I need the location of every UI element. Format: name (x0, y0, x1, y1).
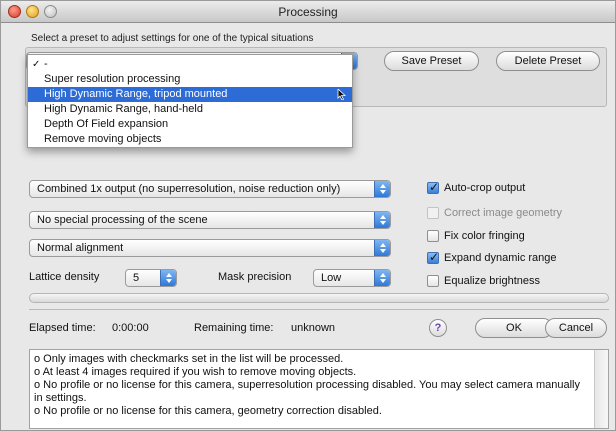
preset-menu: ✓ - Super resolution processing High Dyn… (27, 54, 353, 148)
menu-item-label: High Dynamic Range, hand-held (44, 103, 203, 115)
correct-geometry-checkbox (427, 207, 439, 219)
scene-processing-popup[interactable]: No special processing of the scene (29, 211, 391, 229)
popup-arrows-icon (160, 270, 176, 286)
processing-window: Processing Select a preset to adjust set… (0, 0, 616, 431)
progress-bar (29, 293, 609, 303)
menu-item-label: Super resolution processing (44, 73, 181, 85)
cancel-button[interactable]: Cancel (545, 318, 607, 338)
mask-precision-value: Low (321, 272, 342, 284)
delete-preset-button[interactable]: Delete Preset (496, 51, 600, 71)
menu-item-label: Remove moving objects (44, 133, 162, 145)
window-title: Processing (278, 5, 338, 19)
ok-button[interactable]: OK (475, 318, 553, 338)
elapsed-time-value: 0:00:00 (112, 322, 149, 334)
correct-geometry-label: Correct image geometry (444, 207, 562, 219)
menu-item-hdr-tripod[interactable]: High Dynamic Range, tripod mounted (28, 87, 352, 102)
title-bar[interactable]: Processing (1, 1, 615, 23)
scene-processing-value: No special processing of the scene (37, 214, 208, 226)
menu-item-label: High Dynamic Range, tripod mounted (44, 88, 228, 100)
menu-item-label: - (44, 58, 48, 70)
popup-arrows-icon (374, 212, 390, 228)
menu-item-dof-expansion[interactable]: Depth Of Field expansion (28, 117, 352, 132)
menu-item-super-resolution[interactable]: Super resolution processing (28, 72, 352, 87)
elapsed-time-label: Elapsed time: (29, 322, 96, 334)
log-scrollbar[interactable] (594, 350, 608, 428)
menu-item-label: Depth Of Field expansion (44, 118, 169, 130)
expand-range-label: Expand dynamic range (444, 252, 557, 264)
menu-item-none[interactable]: ✓ - (28, 57, 352, 72)
divider (29, 309, 609, 310)
alignment-popup[interactable]: Normal alignment (29, 239, 391, 257)
equalize-brightness-label: Equalize brightness (444, 275, 541, 287)
help-icon[interactable]: ? (429, 319, 447, 337)
remaining-time-label: Remaining time: (194, 322, 274, 334)
preset-hint: Select a preset to adjust settings for o… (31, 33, 314, 44)
auto-crop-label: Auto-crop output (444, 182, 526, 194)
popup-arrows-icon (374, 240, 390, 256)
log-line: o No profile or no license for this came… (34, 405, 382, 417)
alignment-value: Normal alignment (37, 242, 124, 254)
mask-precision-label: Mask precision (218, 271, 292, 283)
checkmark-icon: ✓ (32, 59, 41, 70)
save-preset-button[interactable]: Save Preset (384, 51, 479, 71)
message-log[interactable]: o Only images with checkmarks set in the… (29, 349, 609, 429)
equalize-brightness-checkbox[interactable] (427, 275, 439, 287)
remaining-time-value: unknown (291, 322, 336, 334)
output-mode-value: Combined 1x output (no superresolution, … (37, 183, 341, 195)
log-line: o Only images with checkmarks set in the… (34, 353, 344, 365)
log-line: o No profile or no license for this came… (34, 379, 581, 404)
popup-arrows-icon (374, 181, 390, 197)
output-mode-popup[interactable]: Combined 1x output (no superresolution, … (29, 180, 391, 198)
lattice-density-popup[interactable]: 5 (125, 269, 177, 287)
lattice-density-value: 5 (133, 272, 140, 284)
fix-fringing-label: Fix color fringing (444, 230, 525, 242)
popup-arrows-icon (374, 270, 390, 286)
lattice-density-label: Lattice density (29, 271, 100, 283)
mask-precision-popup[interactable]: Low (313, 269, 391, 287)
auto-crop-checkbox[interactable] (427, 180, 439, 194)
mouse-pointer-icon (337, 89, 346, 100)
log-line: o At least 4 images required if you wish… (34, 366, 357, 378)
menu-item-remove-moving[interactable]: Remove moving objects (28, 132, 352, 147)
fix-fringing-checkbox[interactable] (427, 230, 439, 242)
expand-range-checkbox[interactable] (427, 250, 439, 264)
menu-item-hdr-handheld[interactable]: High Dynamic Range, hand-held (28, 102, 352, 117)
